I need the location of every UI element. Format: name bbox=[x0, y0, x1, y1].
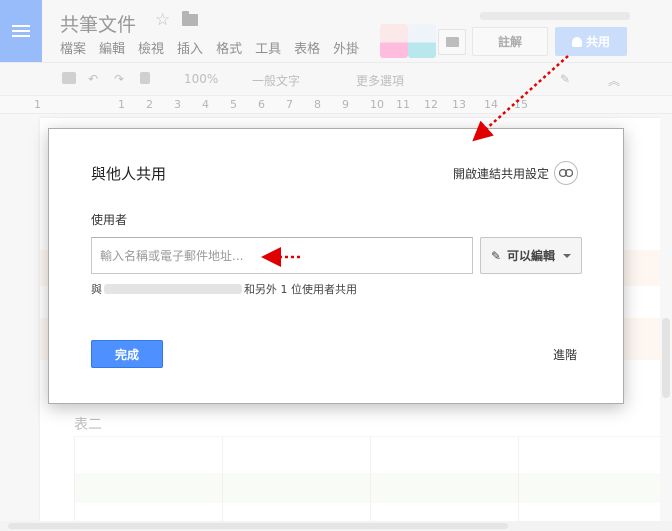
permission-label: 可以編輯 bbox=[507, 249, 556, 263]
people-email-input[interactable] bbox=[91, 237, 473, 274]
done-button[interactable]: 完成 bbox=[91, 340, 163, 368]
chevron-down-icon bbox=[563, 253, 572, 258]
people-label: 使用者 bbox=[91, 213, 128, 227]
dialog-title: 與他人共用 bbox=[91, 165, 167, 183]
permission-dropdown[interactable]: ✎ 可以編輯 bbox=[480, 237, 582, 274]
pencil-icon: ✎ bbox=[490, 248, 502, 263]
link-icon[interactable] bbox=[554, 161, 578, 185]
advanced-link[interactable]: 進階 bbox=[553, 346, 577, 363]
link-sharing-settings-link[interactable]: 開啟連結共用設定 bbox=[453, 165, 549, 182]
shared-with-text: 與 和另外 1 位使用者共用 bbox=[91, 283, 357, 296]
redacted-email bbox=[104, 284, 242, 294]
share-dialog: 與他人共用 開啟連結共用設定 使用者 ✎ 可以編輯 與 和另外 1 位使用者共用… bbox=[48, 128, 624, 404]
